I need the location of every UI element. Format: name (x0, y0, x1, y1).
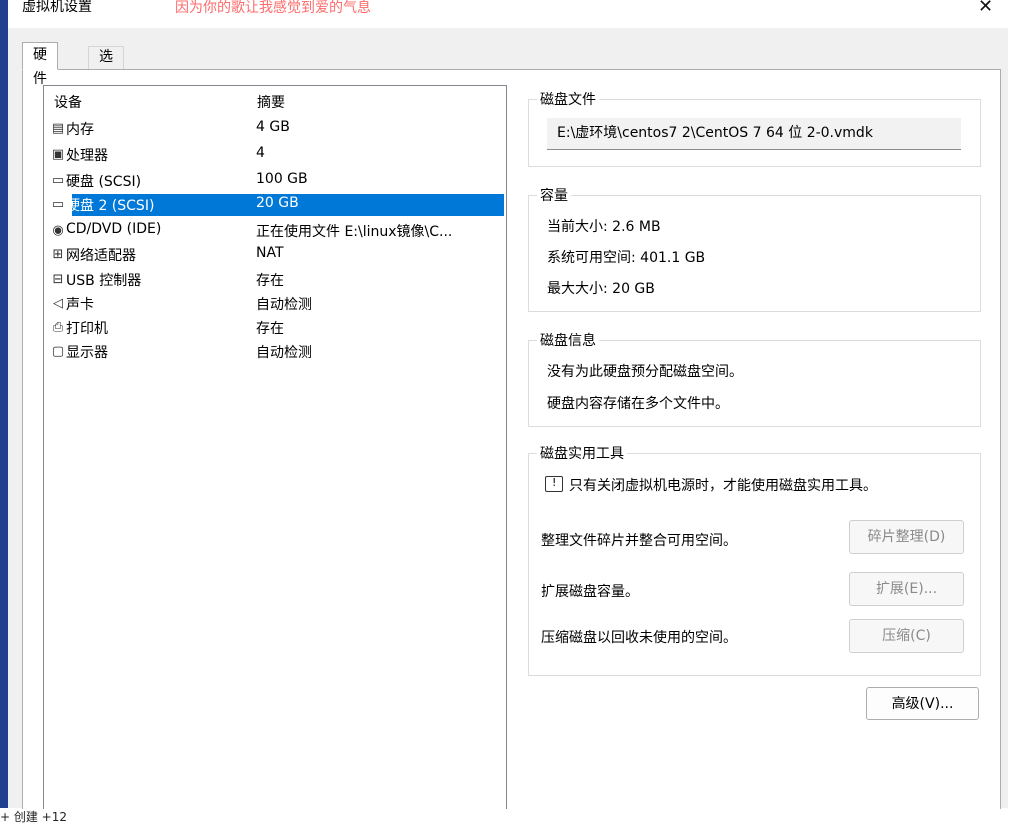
available-space-text: 系统可用空间: 401.1 GB (547, 250, 706, 266)
device-summary: 自动检测 (256, 345, 312, 361)
device-summary: NAT (256, 245, 284, 261)
max-size-text: 最大大小: 20 GB (547, 281, 655, 297)
disk-info-line-1: 没有为此硬盘预分配磁盘空间。 (547, 364, 743, 380)
device-column-header[interactable]: 设备 (54, 92, 82, 112)
tab-hardware[interactable]: 硬件 (22, 42, 58, 87)
device-row-processor[interactable]: ▣ 处理器 4 (46, 144, 504, 166)
window-title: 虚拟机设置 (22, 0, 92, 15)
power-off-note: 只有关闭虚拟机电源时，才能使用磁盘实用工具。 (569, 478, 877, 494)
device-summary: 100 GB (256, 171, 308, 187)
expand-description: 扩展磁盘容量。 (541, 584, 639, 600)
close-icon[interactable]: ✕ (978, 0, 993, 17)
hard-disk-icon: ▭ (51, 197, 65, 212)
device-name: 打印机 (66, 321, 108, 337)
device-summary: 自动检测 (256, 297, 312, 313)
device-name: 内存 (66, 122, 94, 138)
tab-options[interactable]: 选项 (88, 46, 124, 85)
device-name: CD/DVD (IDE) (66, 221, 162, 237)
processor-icon: ▣ (51, 147, 65, 162)
device-name: USB 控制器 (66, 273, 142, 289)
device-name: 显示器 (66, 345, 108, 361)
device-row-usb-controller[interactable]: ⊟ USB 控制器 存在 (46, 269, 504, 291)
device-row-printer[interactable]: ⎙ 打印机 存在 (46, 317, 504, 339)
overlay-caption: 因为你的歌让我感觉到爱的气息 (175, 0, 371, 16)
capacity-group-label: 容量 (537, 185, 571, 205)
bottom-cropped-text: + 创建 +12 (0, 810, 68, 824)
device-summary: 4 (256, 145, 265, 161)
device-row-cd-dvd[interactable]: ◉ CD/DVD (IDE) 正在使用文件 E:\linux镜像\C... (46, 220, 504, 242)
memory-icon: ▤ (51, 121, 65, 136)
expand-button[interactable]: 扩展(E)... (849, 572, 964, 606)
device-row-display[interactable]: ▢ 显示器 自动检测 (46, 341, 504, 363)
summary-column-header[interactable]: 摘要 (257, 92, 285, 112)
compact-description: 压缩磁盘以回收未使用的空间。 (541, 630, 737, 646)
hard-disk-icon: ▭ (51, 173, 65, 188)
info-icon: ! (545, 476, 563, 492)
defrag-description: 整理文件碎片并整合可用空间。 (541, 533, 737, 549)
device-name: 硬盘 (SCSI) (66, 174, 142, 190)
network-adapter-icon: ⊞ (52, 247, 64, 262)
capacity-group: 容量 当前大小: 2.6 MB 系统可用空间: 401.1 GB 最大大小: 2… (528, 185, 981, 312)
device-row-network-adapter[interactable]: ⊞ 网络适配器 NAT (46, 244, 504, 266)
device-name: 声卡 (66, 297, 94, 313)
device-row-memory[interactable]: ▤ 内存 4 GB (46, 118, 504, 140)
window-left-accent-bar (0, 0, 8, 808)
display-icon: ▢ (51, 344, 65, 359)
disk-file-path-field[interactable]: E:\虚环境\centos7 2\CentOS 7 64 位 2-0.vmdk (547, 118, 961, 150)
device-summary: 正在使用文件 E:\linux镜像\C... (256, 224, 453, 240)
disk-utilities-group-label: 磁盘实用工具 (537, 443, 627, 463)
disk-info-group: 磁盘信息 没有为此硬盘预分配磁盘空间。 硬盘内容存储在多个文件中。 (528, 330, 981, 427)
device-summary: 存在 (256, 321, 284, 337)
disk-info-group-label: 磁盘信息 (537, 330, 599, 350)
device-summary: 4 GB (256, 119, 290, 135)
device-list[interactable]: 设备 摘要 ▤ 内存 4 GB ▣ 处理器 4 ▭ 硬盘 (SCSI) 100 … (43, 85, 507, 809)
current-size-text: 当前大小: 2.6 MB (547, 219, 661, 235)
sound-card-icon: ◁ (53, 296, 63, 311)
device-row-sound-card[interactable]: ◁ 声卡 自动检测 (46, 293, 504, 315)
device-name: 网络适配器 (66, 248, 136, 264)
title-bar (8, 0, 1022, 28)
device-name: 处理器 (66, 148, 108, 164)
cd-dvd-icon: ◉ (52, 223, 64, 238)
advanced-button[interactable]: 高级(V)... (866, 687, 979, 720)
disk-file-group-label: 磁盘文件 (537, 89, 599, 109)
disk-file-group: 磁盘文件 E:\虚环境\centos7 2\CentOS 7 64 位 2-0.… (528, 89, 981, 167)
defragment-button[interactable]: 碎片整理(D) (849, 520, 964, 554)
printer-icon: ⎙ (52, 320, 64, 335)
device-row-hard-disk[interactable]: ▭ 硬盘 (SCSI) 100 GB (46, 170, 504, 192)
device-summary: 20 GB (256, 195, 299, 211)
device-summary: 存在 (256, 273, 284, 289)
device-name: 硬盘 2 (SCSI) (66, 198, 155, 214)
device-row-hard-disk-2-selected[interactable]: ▭ 硬盘 2 (SCSI) 20 GB (46, 194, 504, 216)
compact-button[interactable]: 压缩(C) (849, 619, 964, 653)
disk-info-line-2: 硬盘内容存储在多个文件中。 (547, 396, 729, 412)
usb-controller-icon: ⊟ (52, 272, 64, 287)
disk-utilities-group: 磁盘实用工具 ! 只有关闭虚拟机电源时，才能使用磁盘实用工具。 整理文件碎片并整… (528, 443, 981, 676)
